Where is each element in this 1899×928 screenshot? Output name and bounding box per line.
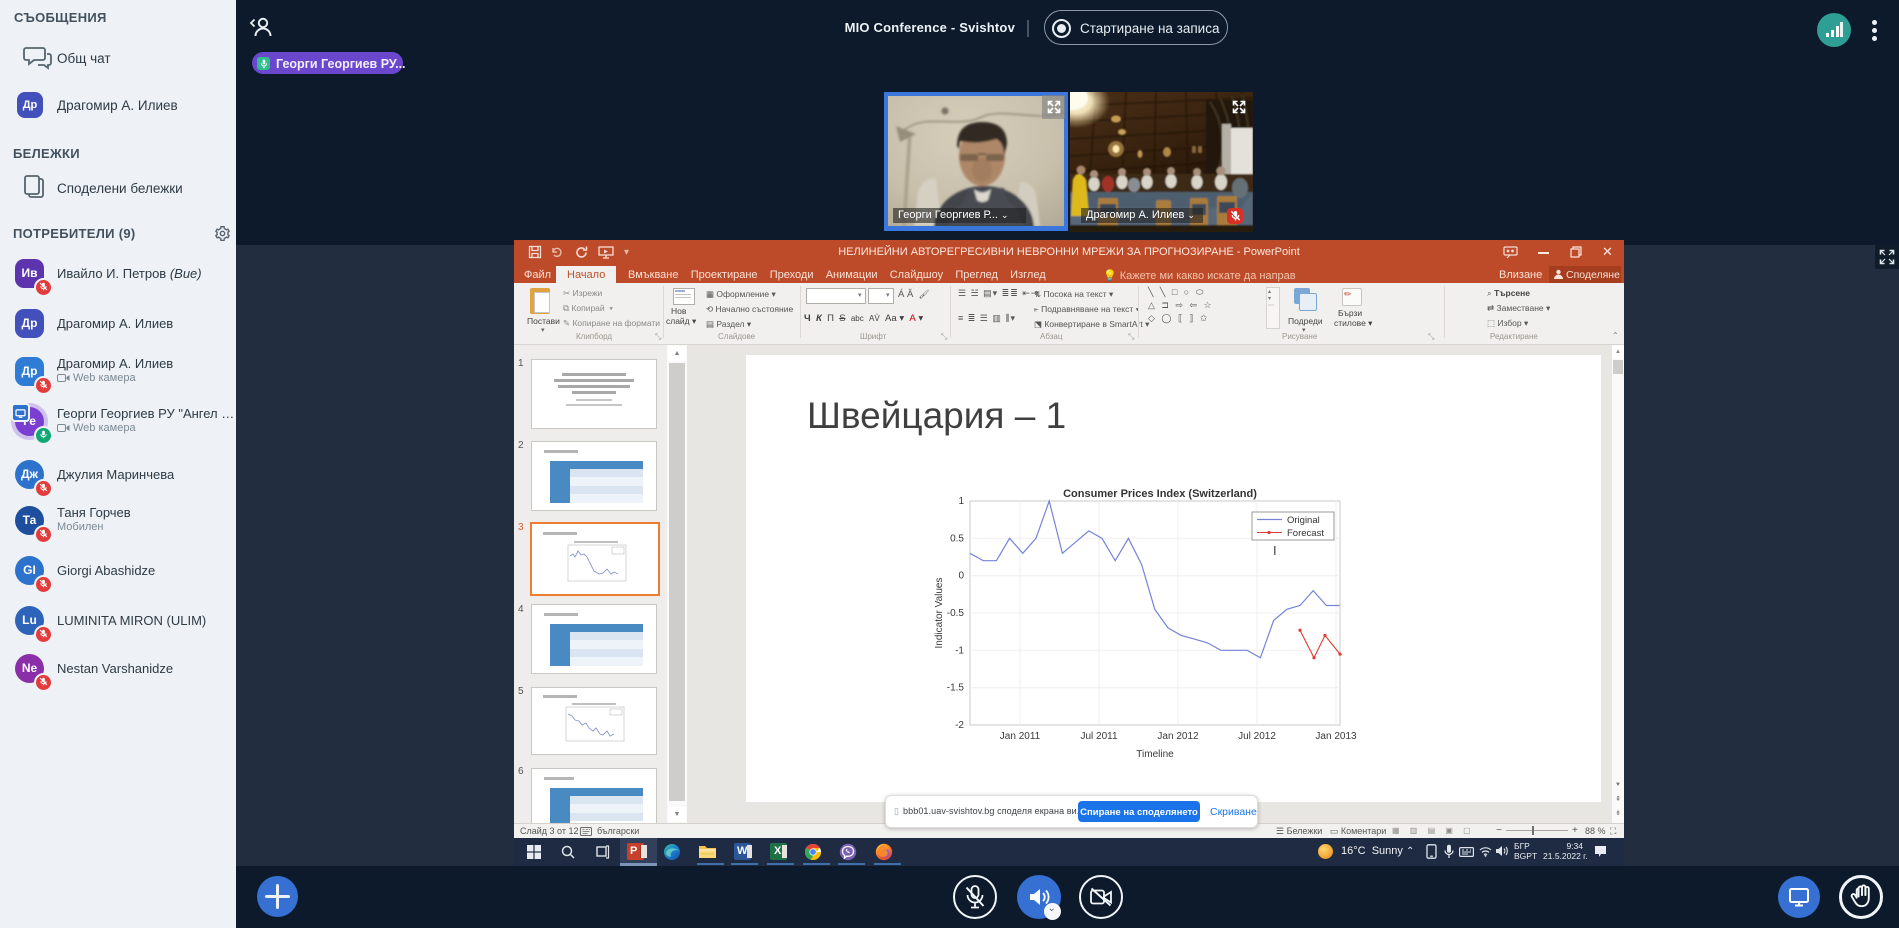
svg-text:Jan 2011: Jan 2011 [1000, 731, 1041, 742]
svg-text:-1.5: -1.5 [947, 683, 965, 694]
svg-text:Consumer Prices Index (Switzer: Consumer Prices Index (Switzerland) [1063, 488, 1257, 500]
svg-text:Jul 2011: Jul 2011 [1080, 731, 1118, 742]
svg-text:Jan 2012: Jan 2012 [1157, 731, 1199, 742]
svg-text:Jan 2013: Jan 2013 [1315, 731, 1357, 742]
svg-text:1: 1 [958, 496, 964, 507]
svg-text:I: I [1273, 543, 1277, 558]
svg-text:Jul 2012: Jul 2012 [1238, 731, 1276, 742]
svg-text:-2: -2 [955, 720, 964, 731]
svg-text:Indicator Values: Indicator Values [934, 578, 945, 649]
svg-text:0: 0 [958, 571, 964, 582]
svg-text:-1: -1 [955, 645, 964, 656]
svg-text:Forecast: Forecast [1287, 528, 1324, 539]
svg-text:0.5: 0.5 [950, 533, 964, 544]
svg-text:-0.5: -0.5 [947, 608, 965, 619]
svg-text:Original: Original [1287, 515, 1320, 526]
svg-text:Timeline: Timeline [1136, 749, 1174, 760]
